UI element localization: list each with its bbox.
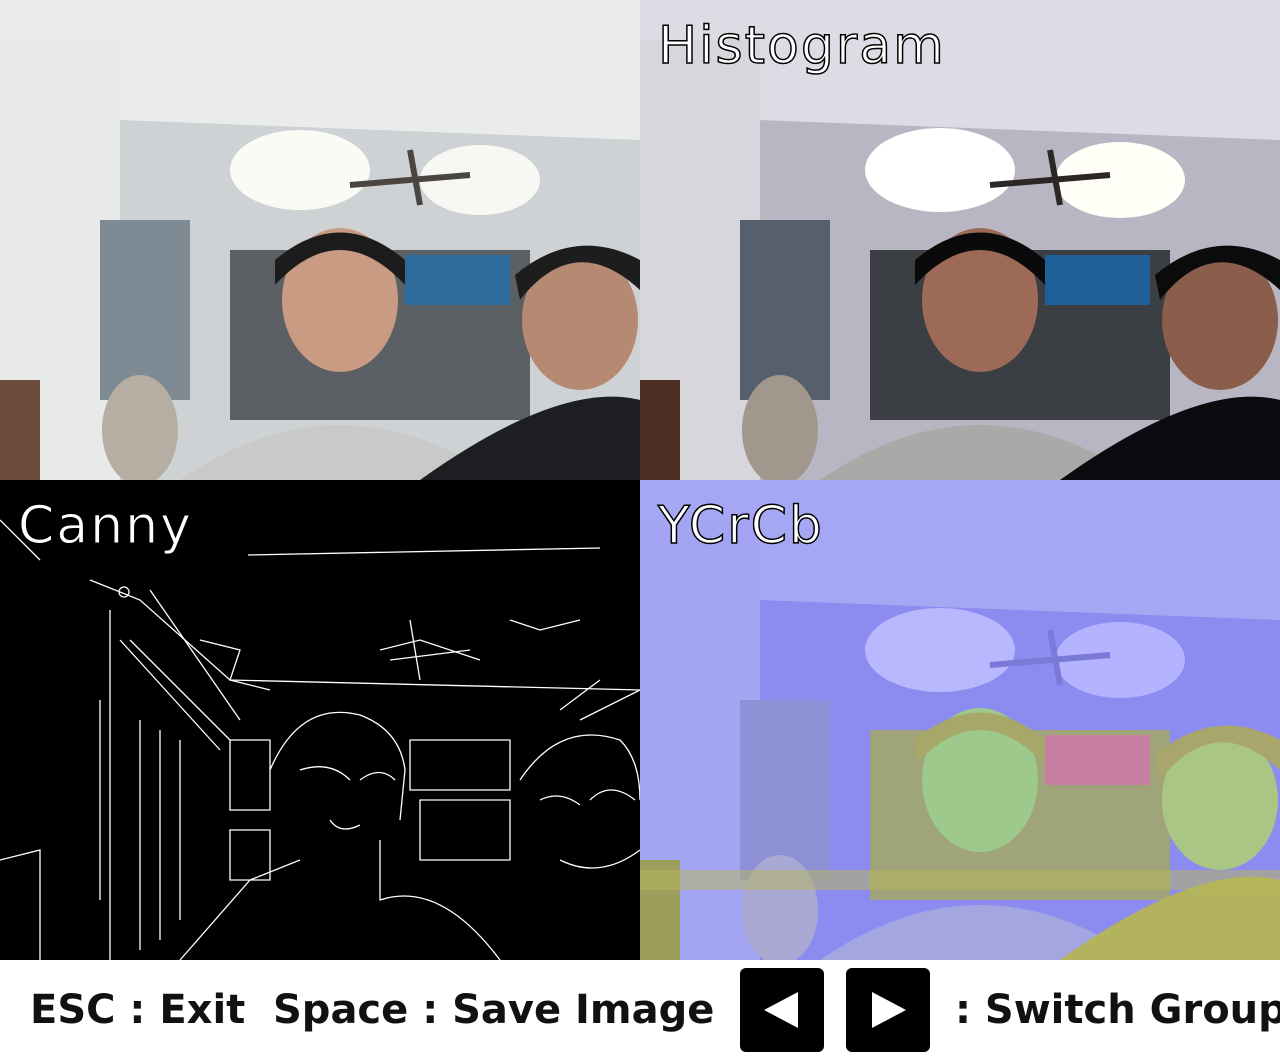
switch-group-hint: : Switch Group bbox=[955, 987, 1280, 1033]
panel-original bbox=[0, 0, 640, 480]
panel-histogram: Histogram bbox=[640, 0, 1280, 480]
esc-exit-hint: ESC : Exit bbox=[30, 987, 246, 1033]
panel-title-canny: Canny bbox=[18, 496, 193, 556]
panel-ycrcb: YCrCb bbox=[640, 480, 1280, 960]
space-save-hint: Space : Save Image bbox=[273, 987, 715, 1033]
original-camera-image bbox=[0, 0, 640, 480]
camera-grid: Histogram Canny YCrCb bbox=[0, 0, 1280, 960]
previous-group-button[interactable] bbox=[740, 968, 824, 1052]
triangle-left-icon bbox=[764, 992, 798, 1028]
panel-title-histogram: Histogram bbox=[657, 16, 946, 76]
panel-canny: Canny bbox=[0, 480, 640, 960]
control-bar: ESC : Exit Space : Save Image : Switch G… bbox=[0, 960, 1280, 1060]
panel-title-ycrcb: YCrCb bbox=[657, 496, 824, 556]
triangle-right-icon bbox=[872, 992, 906, 1028]
next-group-button[interactable] bbox=[846, 968, 930, 1052]
